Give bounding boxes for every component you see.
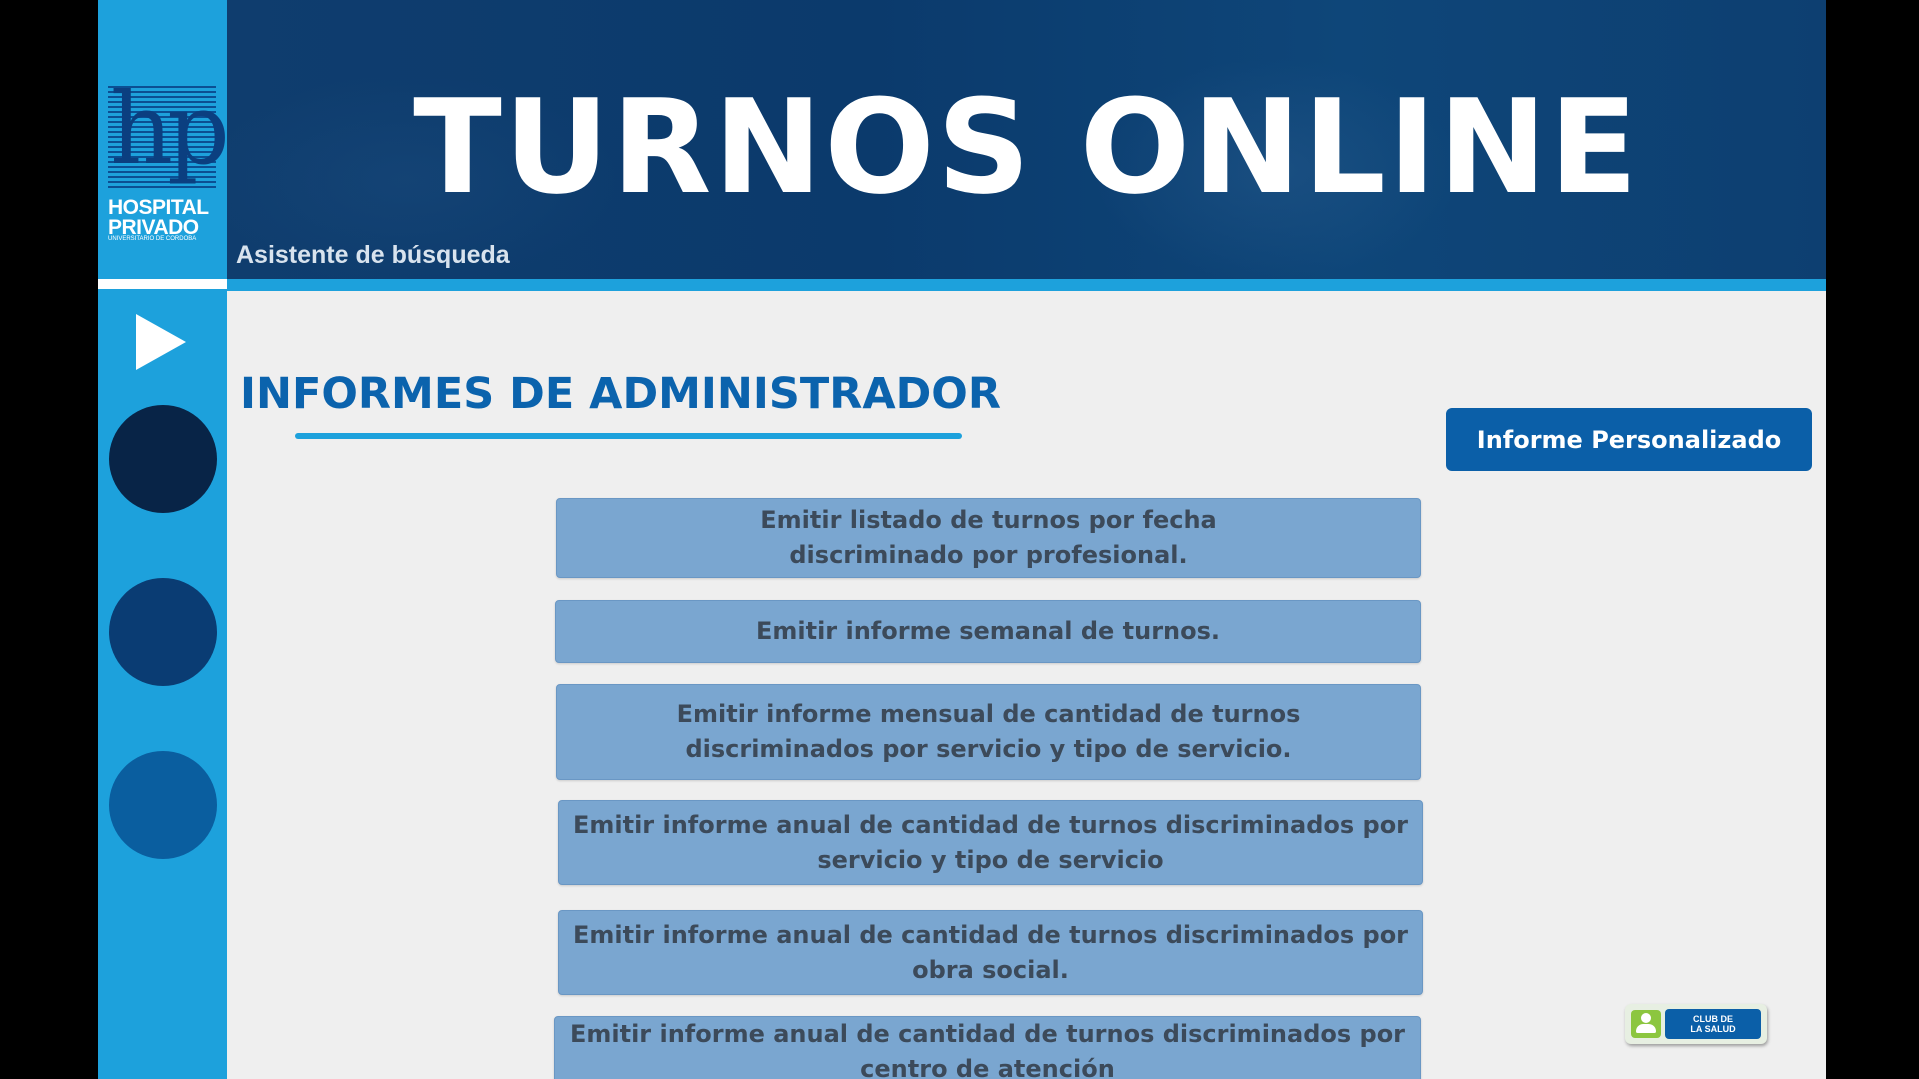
club-de-la-salud-badge[interactable]: CLUB DE LA SALUD [1625,1004,1767,1044]
app-title: TURNOS ONLINE [413,71,1640,223]
report-button-annual-by-service[interactable]: Emitir informe anual de cantidad de turn… [558,800,1423,885]
nav-circle-2[interactable] [109,578,217,686]
club-person-icon [1631,1010,1661,1038]
club-label: CLUB DE LA SALUD [1665,1009,1761,1039]
main-content: INFORMES DE ADMINISTRADOR Informe Person… [227,291,1826,1079]
header-accent-bar [227,279,1826,291]
section-title-underline [295,433,962,439]
header: TURNOS ONLINE Asistente de búsqueda [227,0,1826,279]
report-button-monthly-by-service[interactable]: Emitir informe mensual de cantidad de tu… [556,684,1421,780]
report-button-daily-by-professional[interactable]: Emitir listado de turnos por fecha discr… [556,498,1421,578]
club-person-head [1641,1013,1651,1023]
section-title: INFORMES DE ADMINISTRADOR [240,369,1001,419]
nav-circle-3[interactable] [109,751,217,859]
report-button-annual-by-social-security[interactable]: Emitir informe anual de cantidad de turn… [558,910,1423,995]
custom-report-button[interactable]: Informe Personalizado [1446,408,1812,471]
club-person-body [1636,1024,1656,1033]
report-button-annual-by-care-center[interactable]: Emitir informe anual de cantidad de turn… [554,1016,1421,1079]
report-button-weekly[interactable]: Emitir informe semanal de turnos. [555,600,1421,663]
nav-circle-1[interactable] [109,405,217,513]
app-frame: hp HOSPITAL PRIVADO UNIVERSITARIO DE COR… [98,0,1826,1079]
logo-mark: hp [110,73,230,187]
play-icon[interactable] [136,314,186,370]
sidebar: hp HOSPITAL PRIVADO UNIVERSITARIO DE COR… [98,0,230,1079]
app-subtitle: Asistente de búsqueda [236,241,510,269]
logo-subtitle: UNIVERSITARIO DE CORDOBA [108,236,197,242]
hospital-logo: hp HOSPITAL PRIVADO UNIVERSITARIO DE COR… [108,73,230,246]
sidebar-divider [98,279,227,289]
logo-name: HOSPITAL PRIVADO [108,196,209,239]
